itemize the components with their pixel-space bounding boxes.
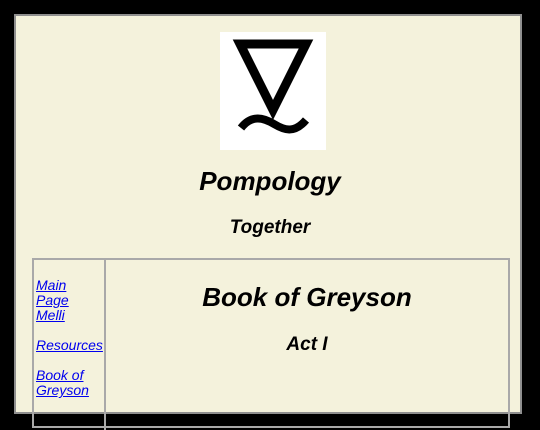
triangle-tilde-symbol-icon bbox=[232, 39, 314, 134]
nav-link-resources[interactable]: Resources bbox=[36, 338, 103, 353]
site-title: Pompology bbox=[199, 166, 341, 196]
nav-link-melli[interactable]: Melli bbox=[36, 308, 102, 323]
nav-link-main-page[interactable]: Main Page bbox=[36, 278, 102, 308]
logo bbox=[220, 32, 326, 150]
site-subtitle: Together bbox=[229, 217, 311, 238]
page-frame: Pompology Together Main Page Melli Resou… bbox=[14, 14, 522, 430]
nav-link-book-of-greyson[interactable]: Book of Greyson bbox=[36, 368, 102, 398]
page-title: Book of Greyson bbox=[202, 282, 412, 312]
layout-table: Main Page Melli Resources Book of Greyso… bbox=[32, 258, 510, 430]
section-title: Act I bbox=[286, 334, 328, 355]
